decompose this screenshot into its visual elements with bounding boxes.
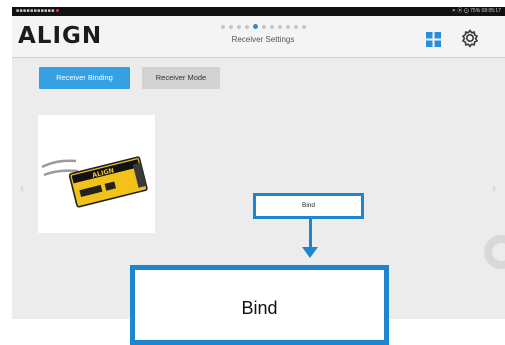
tab-receiver-binding[interactable]: Receiver Binding	[39, 67, 130, 89]
chevron-right-icon[interactable]: ›	[492, 181, 496, 195]
page-dot	[277, 25, 282, 29]
page-dot	[236, 25, 241, 29]
page-dot	[220, 25, 225, 29]
page-indicator	[203, 24, 323, 29]
page-dot	[285, 25, 290, 29]
receiver-device-image: ALIGN	[41, 156, 148, 208]
app-header: ALIGN Receiver Settings	[12, 16, 505, 58]
page-dot	[261, 25, 266, 29]
status-bar: ■■■■■■■■■■■ ✶ ⦿ ⨀ 75% 08:05:17	[12, 7, 505, 16]
page-title: Receiver Settings	[231, 35, 295, 44]
gear-icon[interactable]	[460, 28, 480, 48]
chevron-left-icon[interactable]: ‹	[20, 181, 24, 195]
page-dot-active	[252, 24, 258, 29]
bind-button[interactable]: Bind	[253, 193, 364, 219]
notification-dot-icon	[55, 9, 59, 13]
grid-icon[interactable]	[426, 32, 441, 47]
receiver-image: ALIGN	[38, 115, 155, 233]
status-bar-system: ✶ ⦿ ⨀ 75% 08:05:17	[451, 8, 501, 14]
page-dot	[269, 25, 274, 29]
page-dot	[228, 25, 233, 29]
page-dot	[293, 25, 298, 29]
page-dot	[244, 25, 249, 29]
scroll-handle[interactable]	[484, 235, 505, 269]
bind-callout: Bind	[130, 265, 389, 345]
callout-arrow-shaft	[309, 219, 312, 249]
tab-receiver-mode[interactable]: Receiver Mode	[142, 67, 220, 89]
status-bar-notifications: ■■■■■■■■■■■	[16, 7, 59, 16]
align-logo: ALIGN	[18, 23, 103, 49]
arrow-down-icon	[302, 247, 318, 258]
page-dot	[301, 25, 306, 29]
status-notifications-text: ■■■■■■■■■■■	[16, 8, 55, 14]
